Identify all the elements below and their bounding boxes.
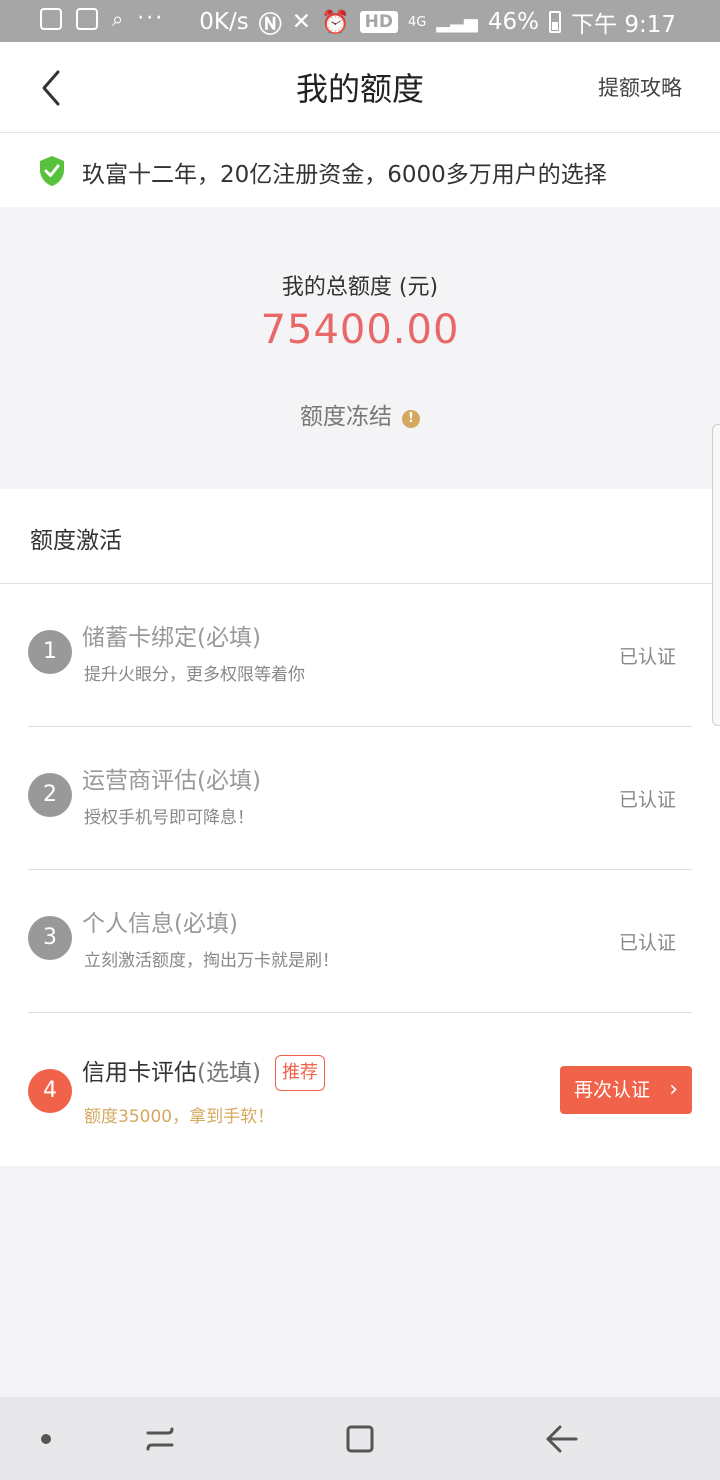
battery-icon [549, 11, 562, 33]
nfc-icon: Ⓝ [258, 12, 282, 38]
quota-status-text: 额度冻结 [300, 404, 392, 430]
step-title-optional: (选填) [197, 1060, 261, 1086]
back-nav-icon[interactable] [542, 1419, 582, 1459]
step-subtitle: 提升火眼分，更多权限等着你 [84, 665, 305, 685]
more-icon: ··· [137, 6, 165, 31]
quota-summary: 我的总额度 (元) 75400.00 额度冻结! [0, 207, 720, 489]
reauthenticate-button[interactable]: 再次认证 › [560, 1066, 692, 1114]
step-title: 运营商评估(必填) [82, 768, 261, 794]
header: 我的额度 提额攻略 [0, 42, 720, 133]
total-quota-label: 我的总额度 (元) [281, 275, 439, 300]
chevron-right-icon: › [669, 1077, 678, 1102]
quota-status: 额度冻结! [0, 397, 720, 431]
step-debit-card[interactable]: 1 储蓄卡绑定(必填) 提升火眼分，更多权限等着你 已认证 [0, 584, 720, 727]
step-subtitle: 额度35000，拿到手软！ [84, 1107, 275, 1127]
banner-text: 玖富十二年，20亿注册资金，6000多万用户的选择 [82, 162, 607, 188]
step-title: 信用卡评估(选填) 推荐 [82, 1053, 325, 1091]
section-title: 额度激活 [30, 528, 122, 554]
step-carrier[interactable]: 2 运营商评估(必填) 授权手机号即可降息！ 已认证 [0, 727, 720, 870]
reauthenticate-label: 再次认证 [574, 1079, 651, 1101]
step-personal-info[interactable]: 3 个人信息(必填) 立刻激活额度，掏出万卡就是刷！ 已认证 [0, 870, 720, 1013]
step-number: 2 [28, 773, 72, 817]
step-title: 个人信息(必填) [82, 911, 238, 937]
total-quota-amount: 75400.00 [260, 307, 460, 353]
step-title-main: 信用卡评估 [82, 1060, 197, 1086]
signal-icon: ▂▃▅ [436, 11, 478, 33]
home-icon[interactable] [340, 1419, 380, 1459]
clock: 下午 9:17 [571, 12, 676, 38]
net-speed: 0K/s [199, 9, 249, 35]
activation-section: 额度激活 1 储蓄卡绑定(必填) 提升火眼分，更多权限等着你 已认证 2 运营商… [0, 489, 720, 1166]
step-number: 4 [28, 1069, 72, 1113]
step-status: 已认证 [618, 789, 676, 811]
shield-check-icon [40, 156, 64, 186]
trust-banner: 玖富十二年，20亿注册资金，6000多万用户的选择 [0, 133, 720, 207]
navigation-bar [0, 1397, 720, 1480]
recent-apps-icon[interactable] [140, 1419, 180, 1459]
step-status: 已认证 [618, 646, 676, 668]
search-icon: ⌕ [112, 6, 124, 31]
mute-icon: ✕ [291, 9, 312, 35]
battery-percent: 46% [487, 9, 540, 35]
hd-badge: HD [359, 11, 399, 33]
step-status: 已认证 [618, 932, 676, 954]
image-icon [76, 7, 98, 30]
info-icon[interactable]: ! [402, 410, 420, 428]
app-notification-icon [40, 7, 62, 30]
step-number: 1 [28, 630, 72, 674]
recommend-badge: 推荐 [274, 1055, 325, 1091]
step-title: 储蓄卡绑定(必填) [82, 625, 261, 651]
edge-panel-handle[interactable] [712, 424, 720, 726]
dot-icon[interactable] [26, 1419, 66, 1459]
step-subtitle: 授权手机号即可降息！ [84, 808, 254, 828]
step-number: 3 [28, 916, 72, 960]
step-subtitle: 立刻激活额度，掏出万卡就是刷！ [84, 951, 339, 971]
quota-strategy-link[interactable]: 提额攻略 [598, 72, 682, 102]
status-bar: ⌕ ··· 0K/s Ⓝ ✕ ⏰ HD 4G ▂▃▅ 46% 下午 9:17 [0, 0, 720, 42]
step-credit-card[interactable]: 4 信用卡评估(选填) 推荐 额度35000，拿到手软！ 再次认证 › [0, 1013, 720, 1156]
network-type: 4G [408, 14, 427, 30]
alarm-icon: ⏰ [321, 9, 350, 36]
